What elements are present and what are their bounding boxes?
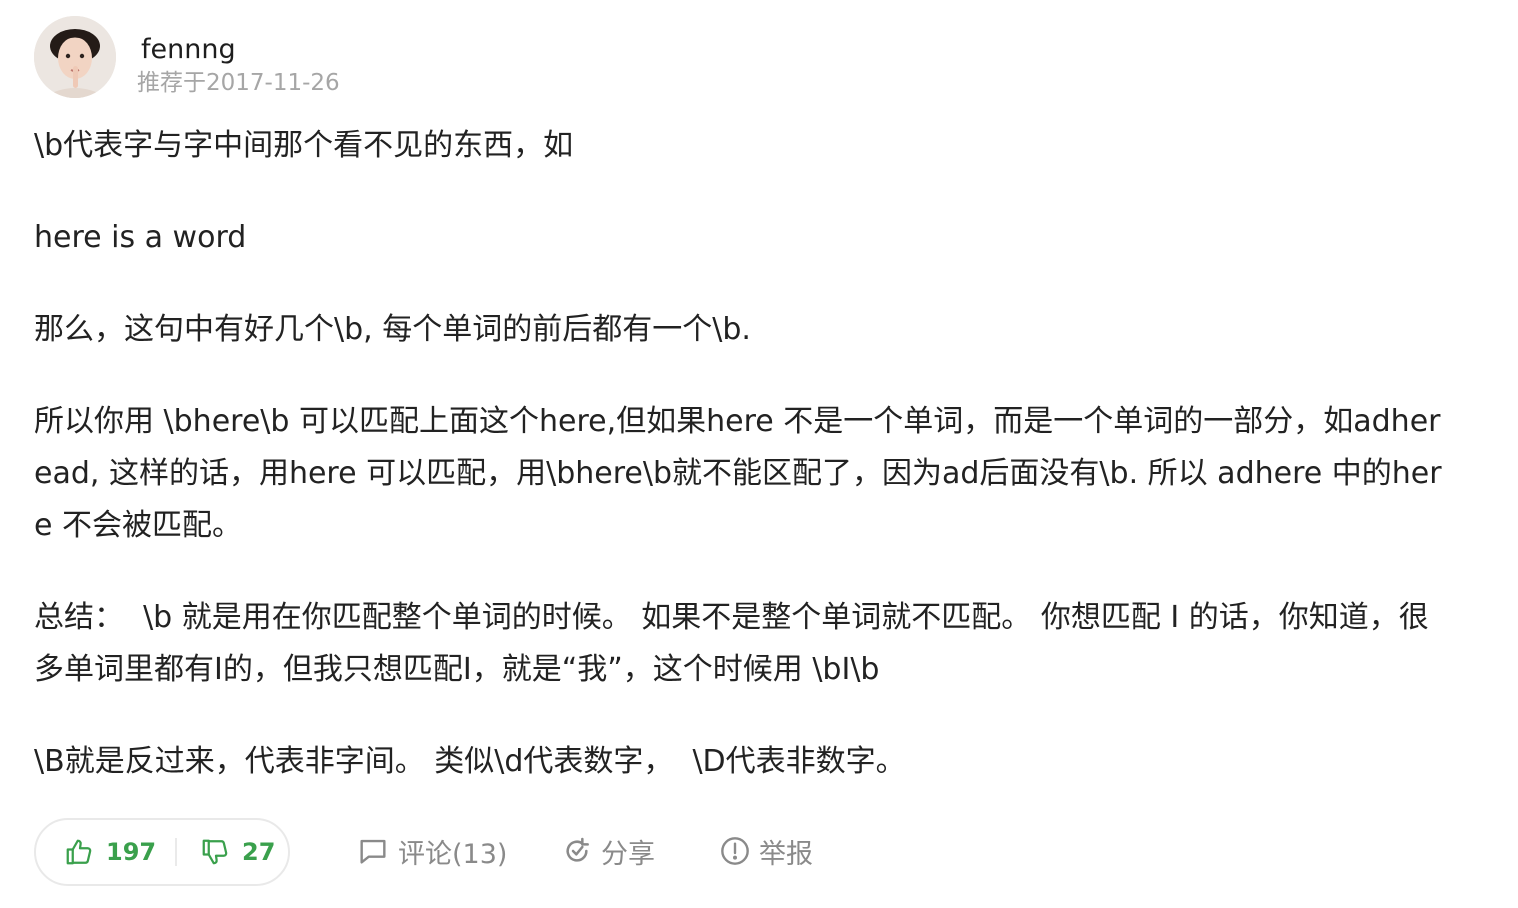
report-label: 举报	[759, 838, 813, 870]
downvote-button[interactable]: 27	[200, 820, 275, 884]
avatar-portrait	[34, 16, 116, 98]
vote-divider	[175, 838, 177, 866]
upvote-count: 197	[106, 838, 157, 866]
vote-box: 197 27	[34, 818, 290, 886]
comment-label: 评论(13)	[398, 838, 508, 870]
report-icon	[719, 835, 751, 867]
upvote-button[interactable]: 197	[64, 820, 156, 884]
paragraph: \b代表字与字中间那个看不见的东西，如	[34, 128, 574, 163]
author-name[interactable]: fennng	[141, 34, 236, 66]
recommend-date: 推荐于2017-11-26	[137, 70, 340, 96]
author-header: fennng 推荐于2017-11-26	[34, 14, 534, 98]
downvote-count: 27	[242, 838, 276, 866]
share-icon	[561, 835, 593, 867]
thumbs-down-icon	[200, 837, 230, 867]
action-bar: 197 27 评论(13) 分享 举报	[34, 818, 934, 886]
answer-card: fennng 推荐于2017-11-26 \b代表字与字中间那个看不见的东西，如…	[0, 0, 1518, 908]
comment-button[interactable]: 评论(13)	[356, 818, 507, 884]
comment-icon	[356, 834, 390, 868]
share-button[interactable]: 分享	[561, 818, 655, 884]
thumbs-up-icon	[64, 837, 94, 867]
paragraph: 所以你用 \bhere\b 可以匹配上面这个here,但如果here 不是一个单…	[34, 404, 1442, 543]
paragraph: here is a word	[34, 220, 247, 255]
paragraph: 总结： \b 就是用在你匹配整个单词的时候。 如果不是整个单词就不匹配。 你想匹…	[34, 600, 1429, 687]
share-label: 分享	[601, 838, 655, 870]
report-button[interactable]: 举报	[719, 818, 813, 884]
paragraph: 那么，这句中有好几个\b, 每个单词的前后都有一个\b.	[34, 312, 751, 347]
paragraph: \B就是反过来，代表非字间。 类似\d代表数字， \D代表非数字。	[34, 744, 906, 779]
avatar[interactable]	[34, 16, 116, 98]
